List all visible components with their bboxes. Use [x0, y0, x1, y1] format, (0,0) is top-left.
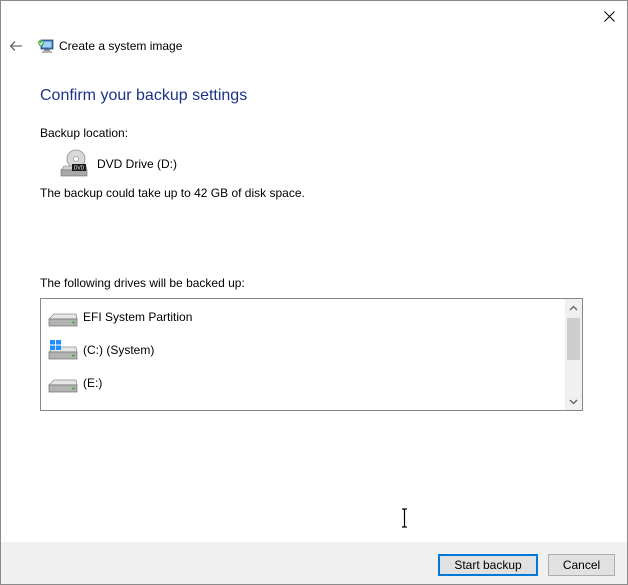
scroll-up-button[interactable]: [565, 299, 582, 316]
chevron-up-icon: [569, 305, 578, 310]
close-icon: [603, 10, 615, 22]
dialog-footer: Start backup Cancel: [1, 542, 627, 584]
backup-location-label: Backup location:: [40, 126, 129, 140]
scroll-down-button[interactable]: [565, 393, 582, 410]
drive-name: (E:): [83, 376, 103, 390]
backup-location-drive: DVD DVD Drive (D:): [59, 147, 177, 181]
vertical-scrollbar[interactable]: [565, 299, 582, 410]
dvd-badge: DVD: [74, 166, 85, 172]
dialog-window: Create a system image Confirm your backu…: [0, 0, 628, 585]
size-note: The backup could take up to 42 GB of dis…: [40, 186, 305, 200]
window-title: Create a system image: [59, 39, 183, 53]
backup-computer-icon: [37, 37, 55, 55]
scroll-thumb[interactable]: [567, 318, 580, 360]
drives-listbox[interactable]: EFI System Partition (C:) (System) (E:): [40, 298, 583, 411]
backup-drive-name: DVD Drive (D:): [97, 157, 177, 171]
hard-drive-icon: [48, 313, 78, 327]
back-arrow-icon: [9, 41, 22, 51]
list-item[interactable]: (C:) (System): [47, 337, 154, 363]
drives-label: The following drives will be backed up:: [40, 276, 245, 290]
list-item[interactable]: (E:): [47, 370, 102, 396]
drives-list: EFI System Partition (C:) (System) (E:): [41, 299, 565, 410]
close-button[interactable]: [597, 5, 621, 27]
cancel-button[interactable]: Cancel: [548, 554, 615, 576]
start-backup-button[interactable]: Start backup: [438, 554, 538, 576]
list-item[interactable]: EFI System Partition: [47, 304, 192, 330]
dvd-drive-icon: DVD: [60, 149, 88, 177]
chevron-down-icon: [569, 399, 578, 404]
hard-drive-icon: [48, 379, 78, 393]
windows-drive-icon: [48, 340, 78, 360]
back-button[interactable]: [7, 37, 25, 55]
drive-name: (C:) (System): [83, 343, 155, 357]
drive-name: EFI System Partition: [83, 310, 193, 324]
page-heading: Confirm your backup settings: [40, 87, 248, 104]
mouse-cursor-icon: [402, 508, 407, 528]
